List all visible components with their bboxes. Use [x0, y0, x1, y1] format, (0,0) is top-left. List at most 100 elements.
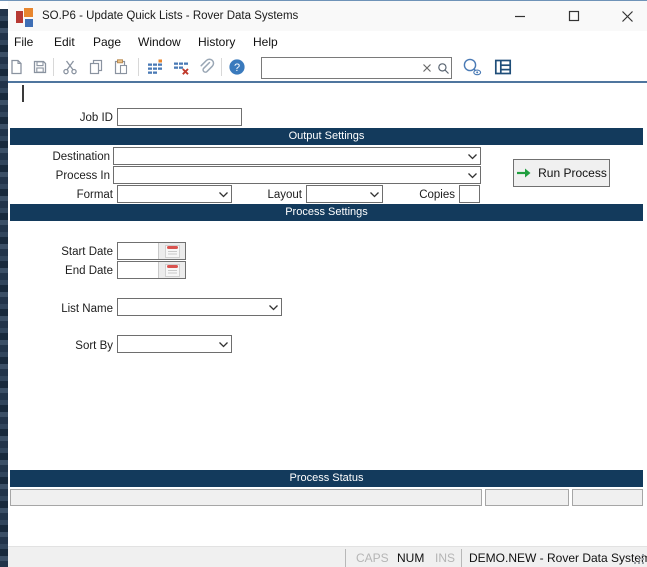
- delete-rows-button[interactable]: [171, 57, 191, 77]
- copies-label: Copies: [393, 188, 455, 202]
- list-name-dropdown[interactable]: [117, 298, 282, 316]
- chevron-down-icon: [464, 172, 480, 179]
- close-icon: [621, 10, 634, 23]
- run-process-label: Run Process: [538, 166, 607, 180]
- run-process-button[interactable]: Run Process: [513, 159, 610, 187]
- copies-input[interactable]: [459, 185, 480, 203]
- close-button[interactable]: [609, 1, 645, 31]
- status-bar: CAPS NUM INS DEMO.NEW - Rover Data Syste…: [8, 546, 647, 567]
- process-status-message-box: [10, 489, 482, 506]
- minimize-icon: [514, 10, 526, 22]
- find-preview-icon: [461, 57, 483, 77]
- layout-label: Layout: [240, 188, 302, 202]
- attachment-button[interactable]: [196, 57, 216, 77]
- copy-icon: [87, 58, 105, 76]
- end-date-label: End Date: [30, 264, 113, 278]
- process-settings-header: Process Settings: [10, 204, 643, 221]
- chevron-down-icon: [464, 153, 480, 160]
- resize-grip[interactable]: [634, 554, 645, 565]
- menu-edit[interactable]: Edit: [54, 35, 75, 49]
- chevron-down-icon: [215, 191, 231, 198]
- paste-button[interactable]: [111, 57, 131, 77]
- menu-window[interactable]: Window: [138, 35, 181, 49]
- chevron-down-icon: [366, 191, 382, 198]
- start-date-input[interactable]: [118, 243, 158, 259]
- toolbar-separator: [138, 58, 139, 76]
- find-preview-button[interactable]: [459, 57, 485, 77]
- format-dropdown[interactable]: [117, 185, 232, 203]
- job-id-input[interactable]: [117, 108, 242, 126]
- insert-rows-icon: [146, 58, 164, 76]
- process-status-header: Process Status: [10, 470, 643, 487]
- status-separator: [461, 549, 462, 567]
- destination-dropdown[interactable]: [113, 147, 481, 165]
- logo-red-square: [16, 11, 23, 23]
- help-icon: ?: [228, 58, 246, 76]
- num-lock-indicator: NUM: [397, 551, 424, 565]
- maximize-icon: [568, 10, 580, 22]
- toolbar-separator: [53, 58, 54, 76]
- calendar-icon: [165, 245, 180, 258]
- menu-history[interactable]: History: [198, 35, 235, 49]
- job-id-label: Job ID: [40, 111, 113, 125]
- clear-search-icon[interactable]: [419, 60, 435, 76]
- new-document-icon: [7, 58, 25, 76]
- text-caret: [22, 85, 24, 102]
- run-arrow-icon: [516, 167, 532, 179]
- process-in-label: Process In: [30, 169, 110, 183]
- end-date-input[interactable]: [118, 262, 158, 278]
- paste-icon: [112, 58, 130, 76]
- sort-by-label: Sort By: [40, 339, 113, 353]
- session-account-label: DEMO.NEW - Rover Data Systems: [469, 551, 647, 565]
- calendar-icon: [165, 264, 180, 277]
- search-icon[interactable]: [435, 60, 451, 76]
- layout-panels-icon: [493, 57, 513, 77]
- menu-bar: File Edit Page Window History Help: [8, 31, 647, 54]
- sort-by-dropdown[interactable]: [117, 335, 232, 353]
- start-date-field: [117, 242, 186, 260]
- minimize-button[interactable]: [502, 1, 538, 31]
- insert-rows-button[interactable]: [145, 57, 165, 77]
- save-button[interactable]: [30, 57, 50, 77]
- copy-button[interactable]: [86, 57, 106, 77]
- menu-file[interactable]: File: [14, 35, 33, 49]
- svg-text:?: ?: [234, 62, 240, 74]
- insert-mode-indicator: INS: [435, 551, 455, 565]
- process-in-dropdown[interactable]: [113, 166, 481, 184]
- output-settings-header: Output Settings: [10, 128, 643, 145]
- help-button[interactable]: ?: [227, 57, 247, 77]
- cut-icon: [61, 58, 79, 76]
- delete-rows-icon: [172, 58, 190, 76]
- format-label: Format: [40, 188, 113, 202]
- layout-panels-button[interactable]: [491, 57, 515, 77]
- toolbar: ?: [8, 54, 647, 83]
- caps-lock-indicator: CAPS: [356, 551, 389, 565]
- logo-orange-square: [24, 8, 33, 17]
- process-status-progress-box: [485, 489, 569, 506]
- save-icon: [31, 58, 49, 76]
- window-title: SO.P6 - Update Quick Lists - Rover Data …: [42, 10, 298, 22]
- title-bar: SO.P6 - Update Quick Lists - Rover Data …: [8, 1, 647, 31]
- chevron-down-icon: [265, 304, 281, 311]
- start-date-label: Start Date: [30, 245, 113, 259]
- toolbar-separator: [221, 58, 222, 76]
- end-date-calendar-button[interactable]: [158, 262, 185, 278]
- desktop-background-strip: [0, 9, 8, 567]
- attachment-icon: [197, 58, 216, 77]
- process-status-count-box: [572, 489, 643, 506]
- menu-page[interactable]: Page: [93, 35, 121, 49]
- app-window: SO.P6 - Update Quick Lists - Rover Data …: [0, 0, 647, 567]
- maximize-button[interactable]: [556, 1, 592, 31]
- cut-button[interactable]: [60, 57, 80, 77]
- end-date-field: [117, 261, 186, 279]
- new-document-button[interactable]: [6, 57, 26, 77]
- destination-label: Destination: [30, 150, 110, 164]
- status-separator: [345, 549, 346, 567]
- layout-dropdown[interactable]: [306, 185, 383, 203]
- list-name-label: List Name: [30, 302, 113, 316]
- start-date-calendar-button[interactable]: [158, 243, 185, 259]
- chevron-down-icon: [215, 341, 231, 348]
- menu-help[interactable]: Help: [253, 35, 278, 49]
- search-box: [261, 57, 452, 79]
- search-input[interactable]: [262, 60, 419, 76]
